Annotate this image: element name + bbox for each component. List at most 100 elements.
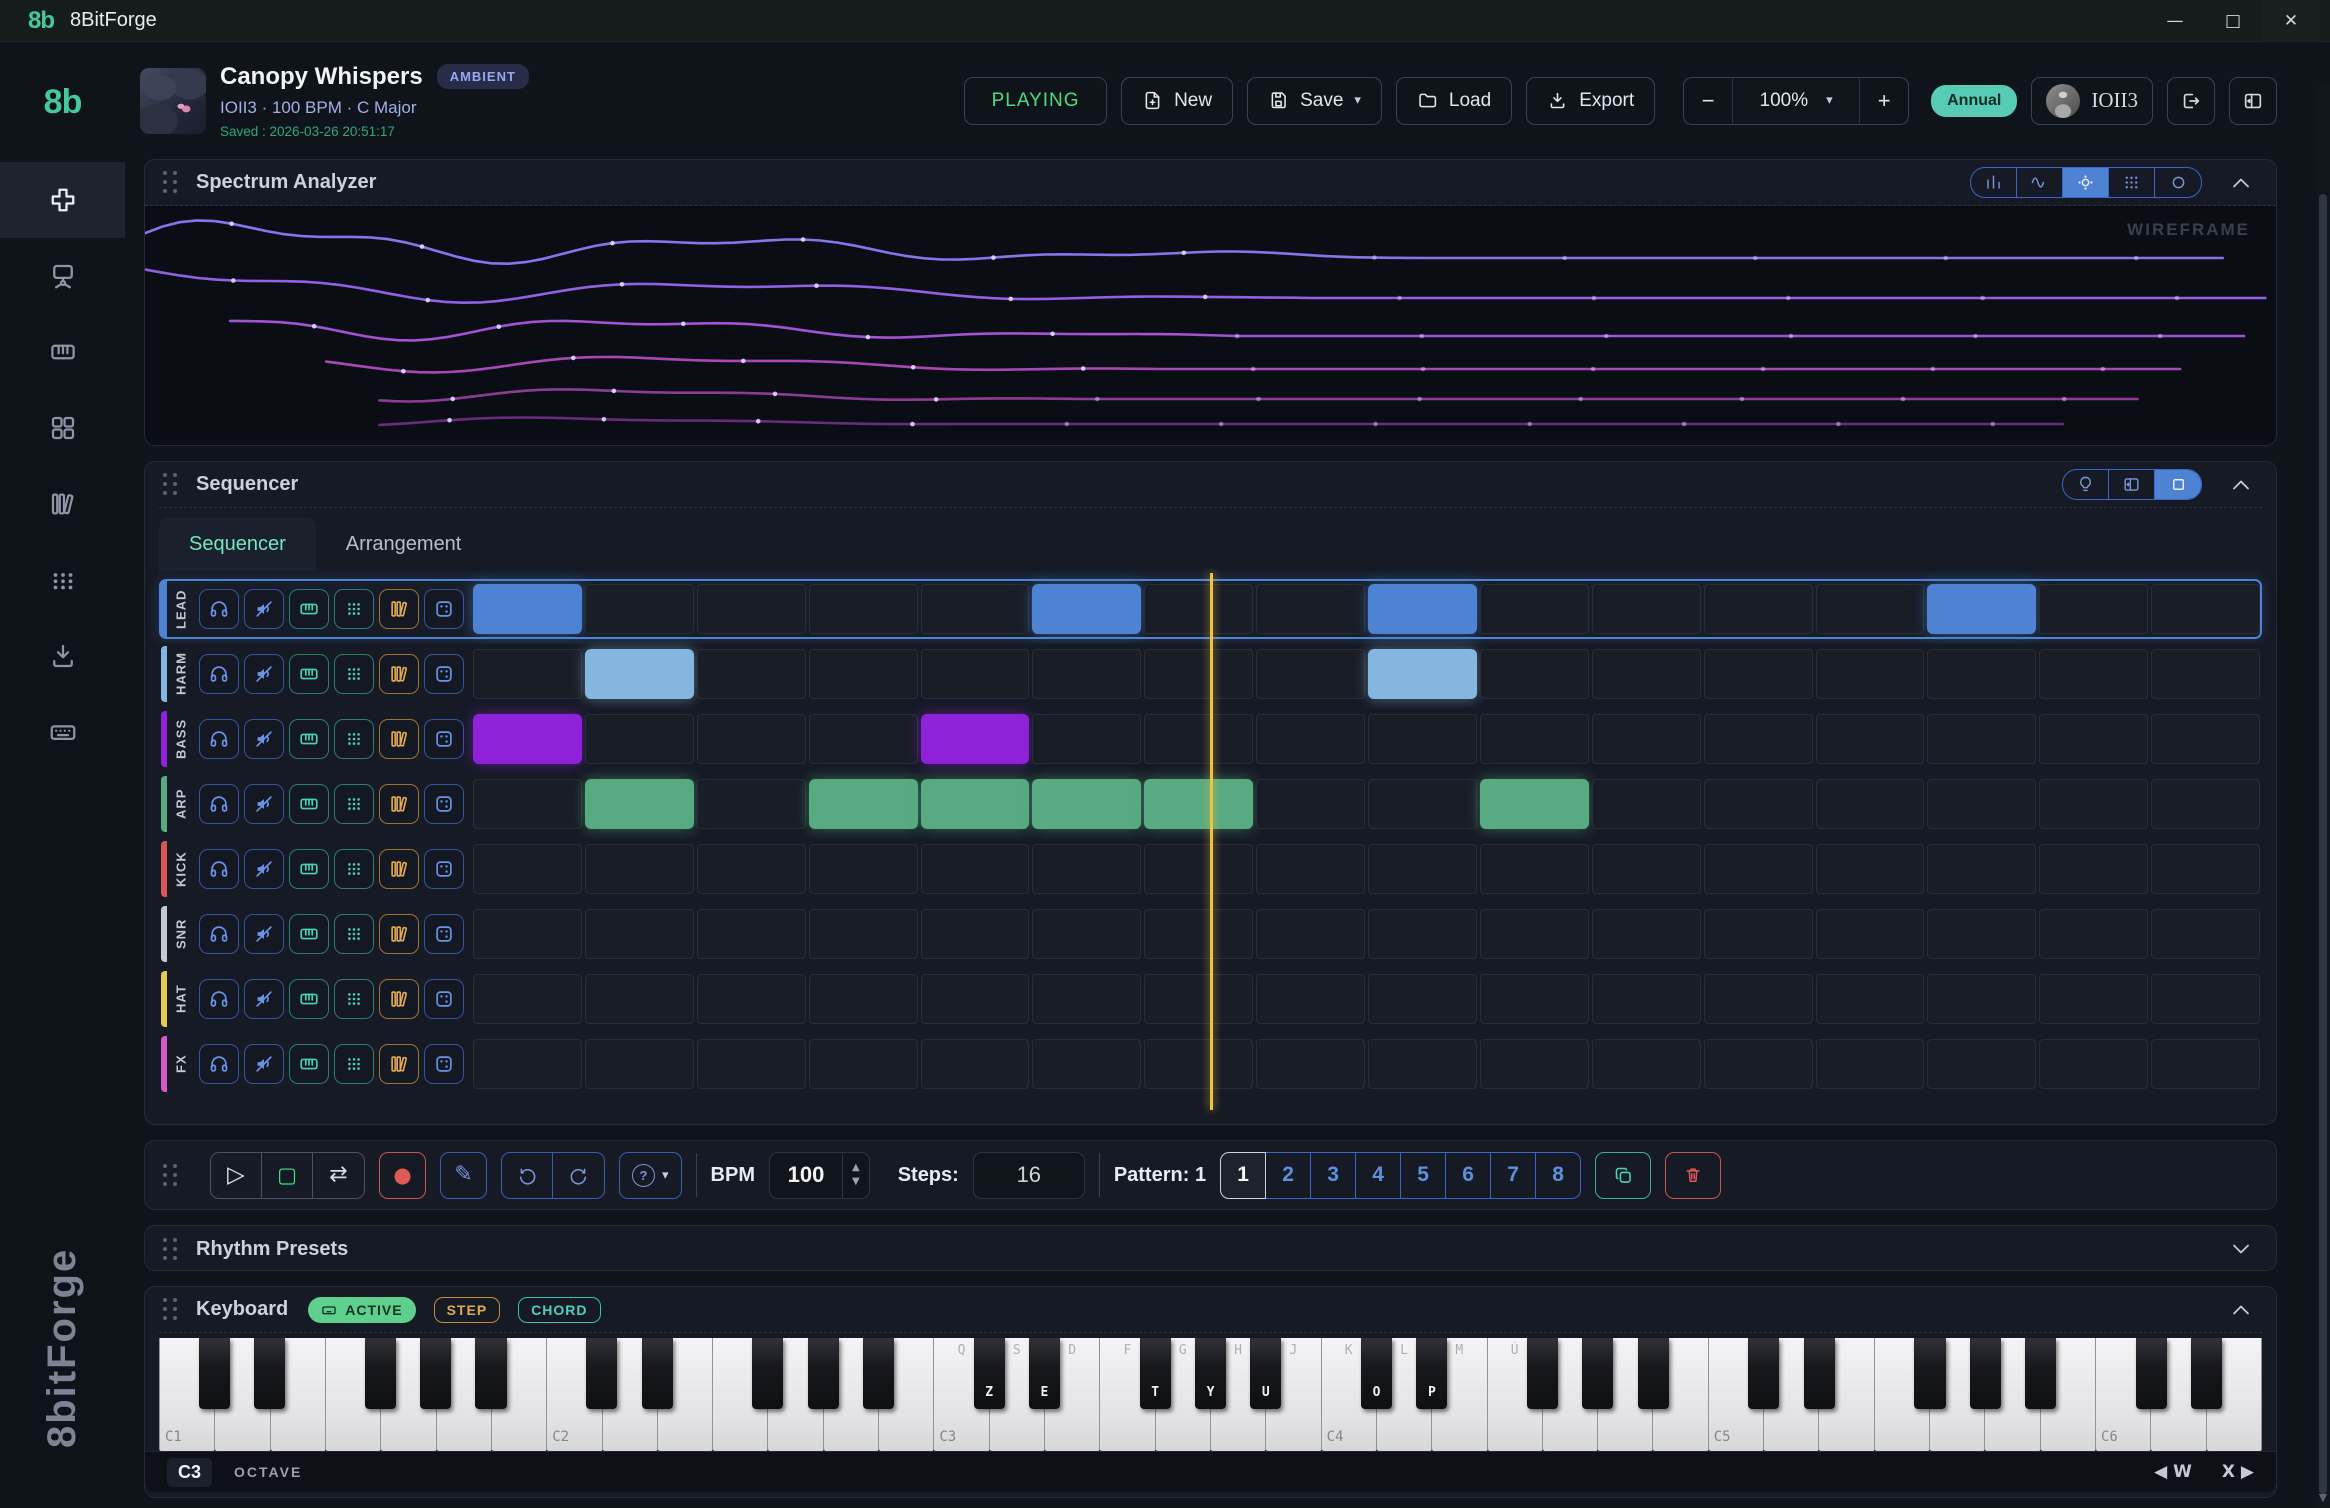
load-button[interactable]: Load <box>1396 77 1512 125</box>
step-cell[interactable] <box>1032 974 1141 1024</box>
steps-button[interactable] <box>334 784 374 824</box>
step-cell[interactable] <box>473 779 582 829</box>
play-button[interactable]: ▷ <box>211 1153 262 1198</box>
step-cell[interactable] <box>1368 974 1477 1024</box>
drag-handle-icon[interactable] <box>163 171 178 194</box>
scroll-down-icon[interactable]: ▼ <box>2316 1491 2330 1504</box>
user-menu[interactable]: IOII3 <box>2031 77 2153 125</box>
solo-button[interactable] <box>199 849 239 889</box>
random-button[interactable] <box>424 784 464 824</box>
step-cell[interactable] <box>1592 584 1701 634</box>
zoom-level-select[interactable]: 100% ▾ <box>1732 78 1860 124</box>
step-cell[interactable] <box>585 714 694 764</box>
instrument-button[interactable] <box>289 914 329 954</box>
step-cell[interactable] <box>1144 844 1253 894</box>
step-cell[interactable] <box>697 909 806 959</box>
sidebar-item-keyboard[interactable] <box>0 694 125 770</box>
step-cell[interactable] <box>1592 974 1701 1024</box>
step-cell[interactable] <box>1927 714 2036 764</box>
zoom-in-button[interactable]: + <box>1860 78 1908 124</box>
steps-button[interactable] <box>334 719 374 759</box>
save-button[interactable]: Save ▾ <box>1247 77 1382 125</box>
sidebar-item-monitor[interactable] <box>0 238 125 314</box>
sidebar-item-sequencer[interactable] <box>0 162 125 238</box>
piano-key-black[interactable] <box>1582 1338 1613 1409</box>
pattern-button-4[interactable]: 4 <box>1355 1152 1401 1199</box>
mute-button[interactable] <box>244 784 284 824</box>
step-cell[interactable] <box>921 779 1030 829</box>
library-button[interactable] <box>379 654 419 694</box>
octave-up-button[interactable]: X ▶ <box>2222 1462 2254 1482</box>
step-cell[interactable] <box>1256 909 1365 959</box>
random-button[interactable] <box>424 1044 464 1084</box>
step-cell[interactable] <box>1480 584 1589 634</box>
solo-button[interactable] <box>199 1044 239 1084</box>
piano-key-black[interactable]: Z <box>974 1338 1005 1409</box>
spin-down-icon[interactable]: ▼ <box>852 1177 860 1187</box>
piano-key-black[interactable] <box>2136 1338 2167 1409</box>
random-button[interactable] <box>424 719 464 759</box>
mute-button[interactable] <box>244 654 284 694</box>
step-cell[interactable] <box>2151 909 2260 959</box>
step-cell[interactable] <box>585 779 694 829</box>
piano-key-black[interactable] <box>1748 1338 1779 1409</box>
step-cell[interactable] <box>809 909 918 959</box>
step-cell[interactable] <box>1704 844 1813 894</box>
step-cell[interactable] <box>1144 909 1253 959</box>
step-cell[interactable] <box>1704 714 1813 764</box>
track-label[interactable]: HAT <box>167 971 195 1027</box>
step-cell[interactable] <box>1144 1039 1253 1089</box>
step-cell[interactable] <box>1368 714 1477 764</box>
chevron-up-icon[interactable] <box>2224 470 2258 500</box>
library-button[interactable] <box>379 914 419 954</box>
step-cell[interactable] <box>1927 779 2036 829</box>
step-cell[interactable] <box>1368 584 1477 634</box>
step-cell[interactable] <box>809 1039 918 1089</box>
mute-button[interactable] <box>244 1044 284 1084</box>
step-cell[interactable] <box>2039 584 2148 634</box>
main-scrollbar[interactable]: ▼ <box>2316 84 2330 1508</box>
step-cell[interactable] <box>1927 584 2036 634</box>
steps-button[interactable] <box>334 979 374 1019</box>
step-mode-badge[interactable]: STEP <box>434 1297 501 1323</box>
step-cell[interactable] <box>1368 649 1477 699</box>
step-cell[interactable] <box>809 844 918 894</box>
instrument-button[interactable] <box>289 1044 329 1084</box>
sidebar-item-modules[interactable] <box>0 390 125 466</box>
pattern-button-6[interactable]: 6 <box>1445 1152 1491 1199</box>
album-art[interactable] <box>140 68 206 134</box>
piano-key-black[interactable] <box>1638 1338 1669 1409</box>
step-cell[interactable] <box>1592 649 1701 699</box>
zoom-out-button[interactable]: − <box>1684 78 1732 124</box>
octave-down-button[interactable]: ◀ W <box>2154 1462 2192 1482</box>
step-cell[interactable] <box>1480 649 1589 699</box>
step-cell[interactable] <box>1032 649 1141 699</box>
redo-button[interactable] <box>553 1153 604 1198</box>
step-cell[interactable] <box>697 714 806 764</box>
mute-button[interactable] <box>244 719 284 759</box>
step-cell[interactable] <box>473 584 582 634</box>
piano-key-black[interactable] <box>2191 1338 2222 1409</box>
loop-button[interactable]: ⇄ <box>313 1153 364 1198</box>
library-button[interactable] <box>379 719 419 759</box>
step-cell[interactable] <box>921 584 1030 634</box>
steps-button[interactable] <box>334 1044 374 1084</box>
playing-status-button[interactable]: PLAYING <box>964 77 1107 125</box>
piano-key-black[interactable] <box>1914 1338 1945 1409</box>
drag-handle-icon[interactable] <box>163 1298 178 1321</box>
pattern-button-5[interactable]: 5 <box>1400 1152 1446 1199</box>
step-cell[interactable] <box>585 974 694 1024</box>
step-cell[interactable] <box>697 584 806 634</box>
step-cell[interactable] <box>1144 714 1253 764</box>
piano-key-black[interactable] <box>1804 1338 1835 1409</box>
step-cell[interactable] <box>1256 1039 1365 1089</box>
sidebar-item-grid[interactable] <box>0 542 125 618</box>
step-cell[interactable] <box>1032 1039 1141 1089</box>
step-cell[interactable] <box>1480 714 1589 764</box>
step-cell[interactable] <box>921 649 1030 699</box>
pencil-button[interactable]: ✎ <box>440 1152 487 1199</box>
step-cell[interactable] <box>1704 649 1813 699</box>
step-cell[interactable] <box>473 714 582 764</box>
step-cell[interactable] <box>1256 974 1365 1024</box>
random-button[interactable] <box>424 849 464 889</box>
